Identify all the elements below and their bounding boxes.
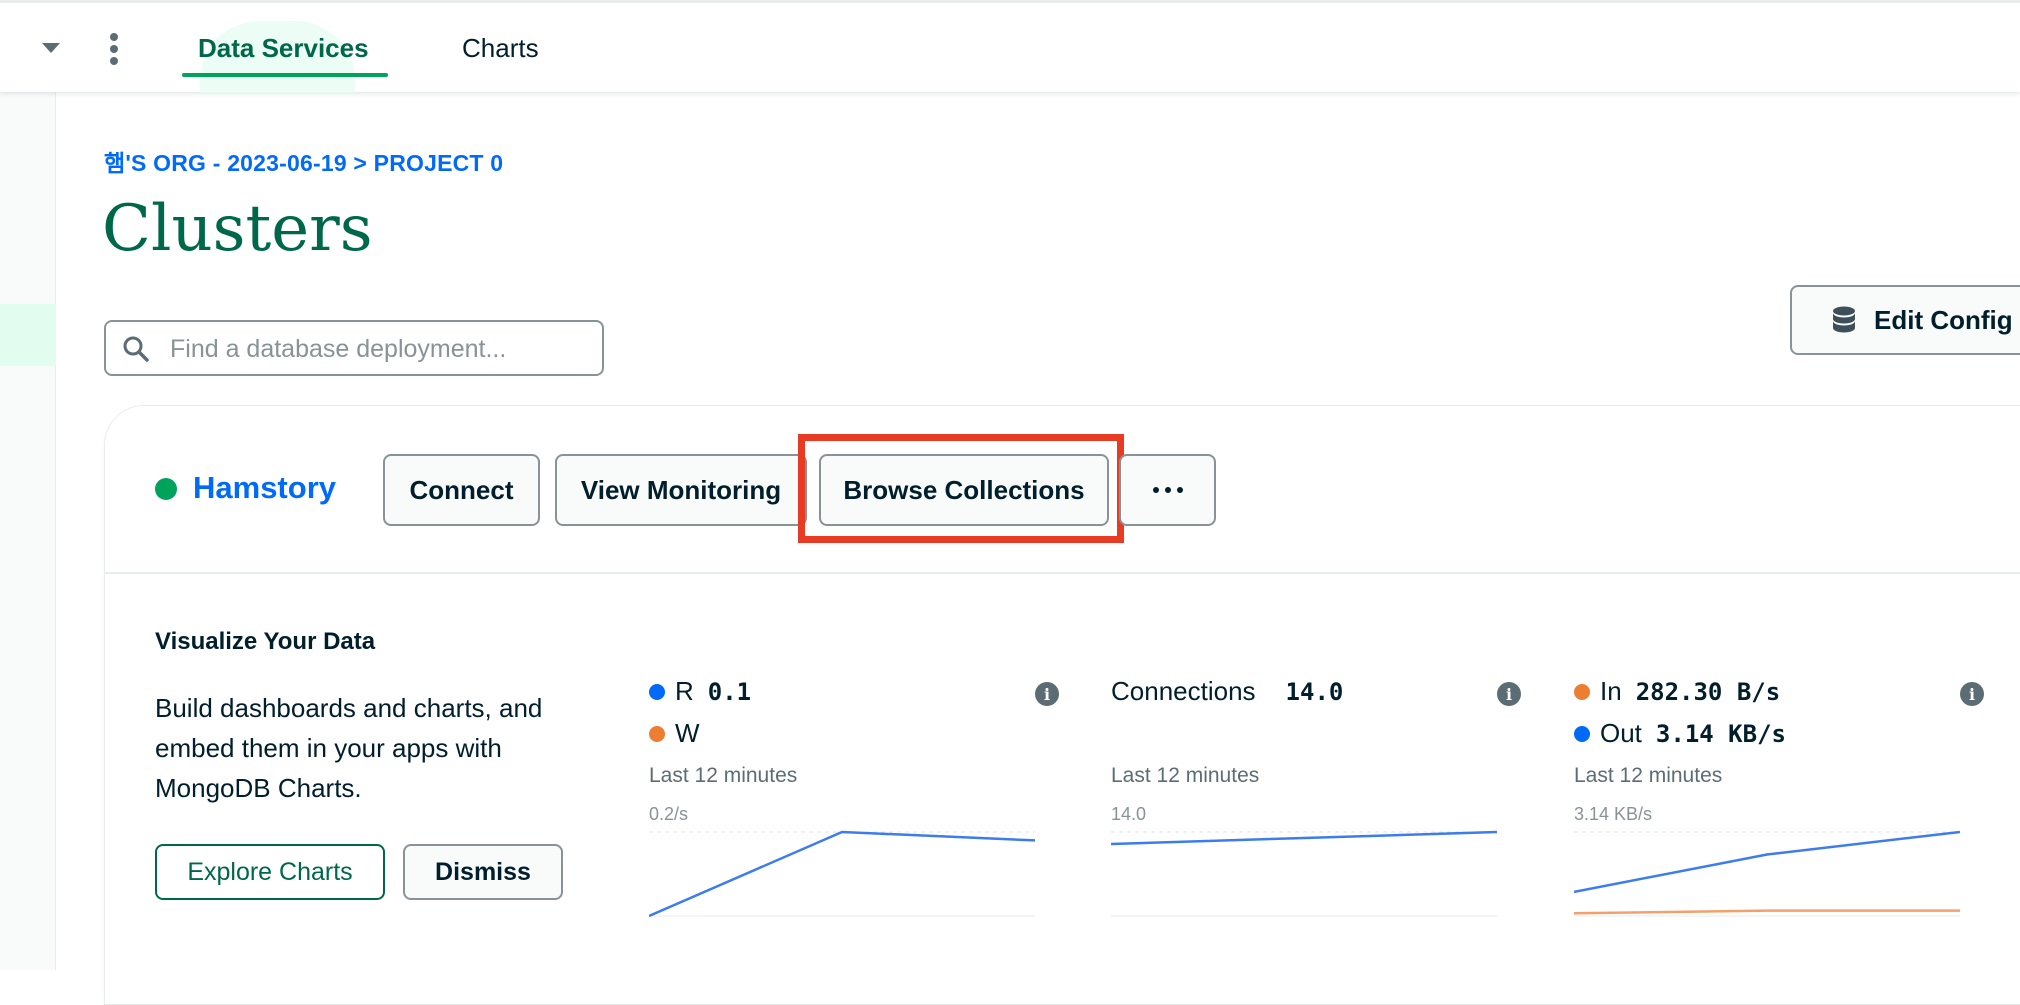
- tab-charts[interactable]: Charts: [462, 33, 539, 79]
- breadcrumb[interactable]: 햄'S ORG - 2023-06-19 > PROJECT 0: [104, 144, 503, 178]
- period-label: Last 12 minutes: [1574, 764, 1723, 787]
- metric-panel-operations[interactable]: R 0.1 W i Last 12 minutes 0.2/s: [649, 676, 1059, 936]
- legend-out: Out 3.14 KB/s: [1574, 718, 1786, 749]
- legend-label: W: [675, 718, 700, 748]
- series-line-1: [1574, 909, 1960, 915]
- legend-value: 0.1: [707, 677, 752, 706]
- edit-config-label: Edit Config: [1874, 304, 2013, 335]
- metric-panel-network[interactable]: In 282.30 B/s Out 3.14 KB/s i Last 12 mi…: [1574, 676, 1984, 936]
- connect-button[interactable]: Connect: [383, 454, 540, 526]
- legend-value: 282.30 B/s: [1635, 677, 1781, 706]
- cluster-name-link[interactable]: Hamstory: [193, 470, 336, 506]
- caret-down-icon[interactable]: [42, 43, 60, 53]
- visualize-description: Build dashboards and charts, and embed t…: [155, 693, 543, 803]
- dismiss-button[interactable]: Dismiss: [403, 844, 563, 900]
- legend-value: 14.0: [1285, 677, 1344, 706]
- search-icon: [123, 336, 149, 362]
- info-icon[interactable]: i: [1960, 682, 1984, 706]
- page-title: Clusters: [102, 192, 373, 266]
- visualize-title: Visualize Your Data: [155, 628, 376, 655]
- sidebar-active-item[interactable]: [0, 304, 56, 366]
- left-sidebar: [0, 92, 56, 970]
- legend-in: In 282.30 B/s: [1574, 676, 1780, 707]
- legend-label: Out: [1600, 718, 1642, 748]
- legend-write: W: [649, 718, 700, 749]
- database-icon: [1833, 306, 1855, 333]
- legend-connections: Connections 14.0: [1111, 676, 1343, 707]
- sparkline: [1574, 830, 1960, 917]
- legend-dot: [649, 725, 665, 742]
- info-icon[interactable]: i: [1497, 682, 1521, 706]
- status-indicator: [155, 478, 177, 500]
- top-nav: Data Services Charts: [0, 0, 2020, 93]
- browse-collections-button[interactable]: Browse Collections: [819, 454, 1109, 526]
- sparkline: [649, 830, 1035, 918]
- legend-value: 3.14 KB/s: [1655, 719, 1786, 748]
- series-line-0: [1574, 830, 1960, 894]
- period-label: Last 12 minutes: [649, 764, 798, 787]
- legend-dot: [1574, 683, 1590, 700]
- edit-config-button[interactable]: Edit Config: [1790, 285, 2020, 355]
- legend-dot: [649, 683, 665, 700]
- legend-label: In: [1600, 676, 1622, 706]
- legend-label: R: [675, 676, 694, 706]
- explore-charts-button[interactable]: Explore Charts: [155, 844, 385, 900]
- search-box: [104, 320, 604, 376]
- legend-dot: [1574, 725, 1590, 742]
- legend-label: Connections: [1111, 676, 1256, 706]
- search-input[interactable]: [170, 330, 590, 368]
- cluster-card: Hamstory Connect View Monitoring Browse …: [104, 405, 2020, 1005]
- legend-read: R 0.1: [649, 676, 751, 707]
- vertical-ellipsis-icon[interactable]: [108, 33, 120, 65]
- more-options-button[interactable]: [1119, 454, 1216, 526]
- active-tab-underline: [182, 73, 388, 77]
- series-line-0: [1111, 830, 1497, 846]
- info-icon[interactable]: i: [1035, 682, 1059, 706]
- view-monitoring-button[interactable]: View Monitoring: [555, 454, 807, 526]
- card-divider: [105, 572, 2020, 574]
- sparkline: [1111, 830, 1497, 917]
- series-line-0: [649, 830, 1035, 918]
- period-label: Last 12 minutes: [1111, 764, 1260, 787]
- metric-panel-connections[interactable]: Connections 14.0 i Last 12 minutes 14.0: [1111, 676, 1521, 936]
